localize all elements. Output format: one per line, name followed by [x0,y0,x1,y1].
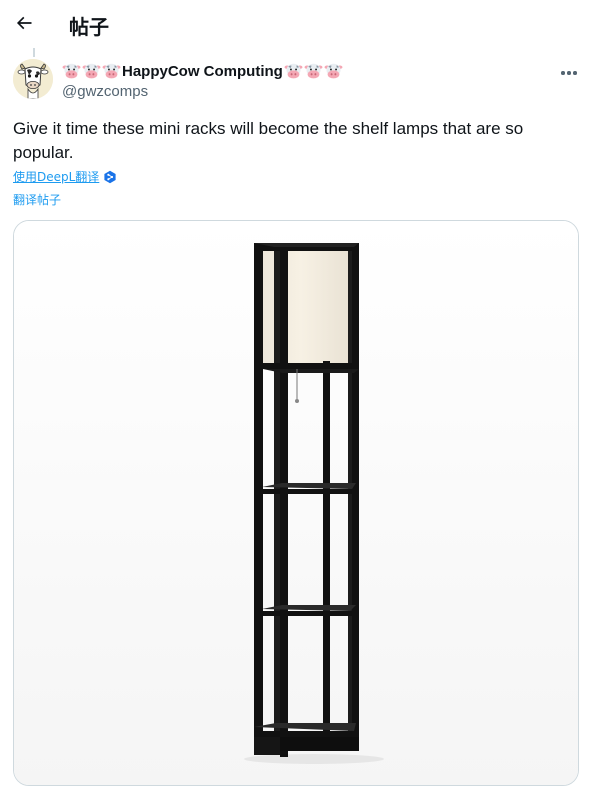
cow-face-icon [82,62,101,80]
more-options-button[interactable] [556,62,582,84]
deepl-translate-link[interactable]: 使用DeepL翻译 [13,168,99,185]
deepl-row: 使用DeepL翻译 [13,168,117,185]
page-title: 帖子 [69,15,109,39]
author-handle[interactable]: @gwzcomps [62,83,148,100]
author-display-name[interactable]: HappyCow Computing [122,63,283,80]
name-emoji-suffix [284,62,343,80]
shelf-floor-lamp-image [14,221,578,785]
avatar[interactable] [13,59,53,99]
cow-face-icon [62,62,81,80]
deepl-icon[interactable] [103,170,117,184]
cow-face-icon [324,62,343,80]
back-button[interactable] [8,6,40,40]
post-media[interactable] [13,220,579,786]
cow-avatar-icon [13,59,53,99]
ellipsis-icon [573,71,577,75]
translate-post-link[interactable]: 翻译帖子 [13,191,61,208]
top-bar: 帖子 [0,0,593,48]
ellipsis-icon [567,71,571,75]
cow-face-icon [304,62,323,80]
ellipsis-icon [561,71,565,75]
thread-connector [33,48,35,57]
post-text: Give it time these mini racks will becom… [13,119,524,162]
arrow-left-icon [16,16,32,30]
name-emoji-prefix [62,62,121,80]
cow-face-icon [102,62,121,80]
author-line: HappyCow Computing [62,62,543,80]
cow-face-icon [284,62,303,80]
